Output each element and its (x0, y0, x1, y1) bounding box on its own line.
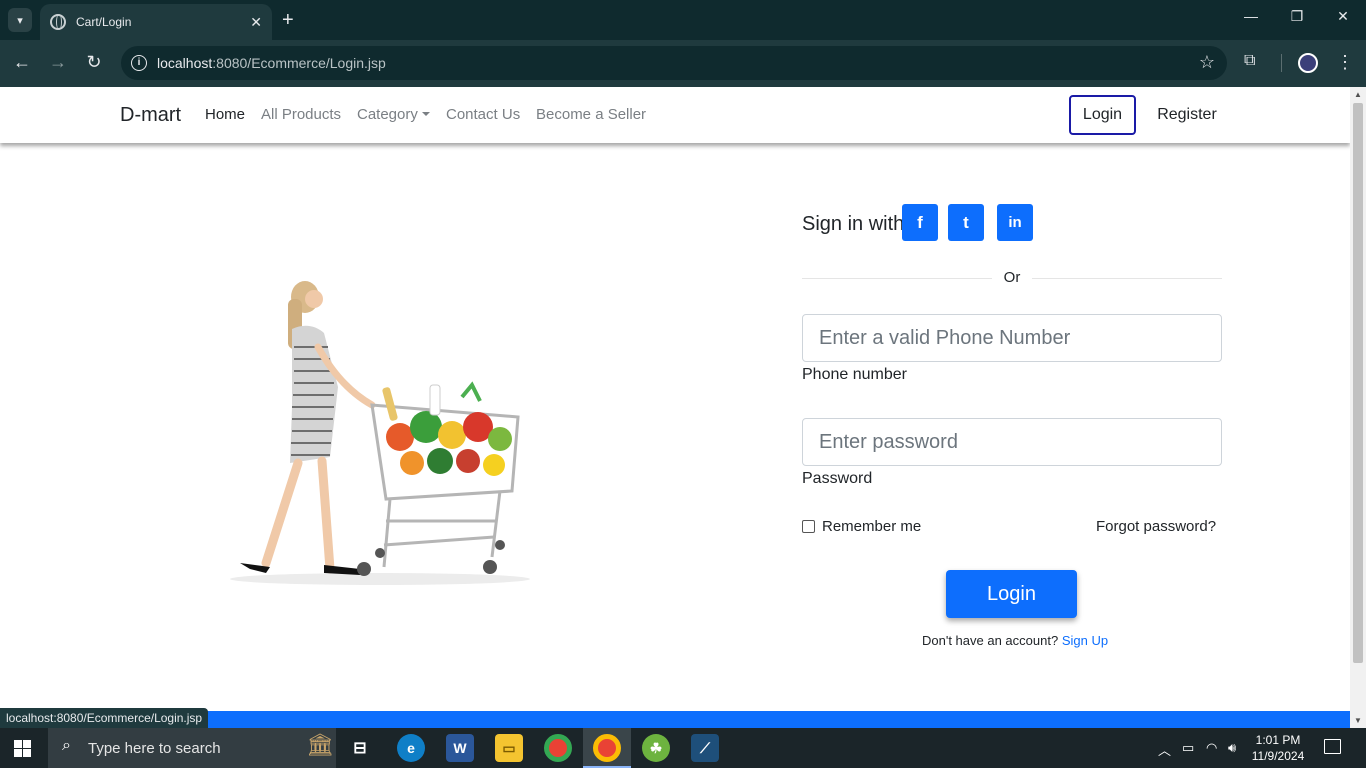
file-explorer-icon[interactable]: ▭ (495, 734, 523, 762)
phone-label: Phone number (802, 366, 907, 383)
extensions-icon[interactable]: ⧉ (1244, 52, 1255, 70)
clock-time: 1:01 PM (1255, 733, 1301, 747)
or-text: Or (992, 269, 1032, 286)
remember-me[interactable]: Remember me (802, 518, 921, 535)
profile-avatar[interactable] (1298, 53, 1318, 73)
remember-me-label: Remember me (822, 518, 922, 535)
url-text: localhost:8080/Ecommerce/Login.jsp (157, 55, 386, 71)
word-icon[interactable]: W (446, 734, 474, 762)
minimize-icon[interactable]: — (1228, 8, 1274, 24)
volume-icon[interactable]: 🔊︎ (1228, 740, 1236, 756)
forward-icon[interactable]: → (46, 52, 70, 73)
search-highlight-icon: 🏛 (306, 732, 334, 757)
brand-logo[interactable]: D-mart (120, 104, 181, 127)
signup-row: Don't have an account? Sign Up (922, 633, 1108, 648)
mysql-workbench-icon[interactable]: ⟋ (691, 734, 719, 762)
facebook-icon: f (917, 212, 923, 232)
bookmark-star-icon[interactable]: ☆ (1199, 52, 1215, 73)
nav-become-seller[interactable]: Become a Seller (536, 106, 646, 123)
scroll-down-icon[interactable]: ▼ (1354, 716, 1362, 725)
battery-icon[interactable]: ▭ (1182, 740, 1194, 756)
no-account-text: Don't have an account? (922, 633, 1059, 648)
site-navbar: D-mart Home All Products Category Contac… (0, 87, 1350, 143)
caret-down-icon (421, 112, 430, 116)
tab-search-chevron-icon[interactable]: ▾ (8, 8, 32, 32)
status-url: localhost:8080/Ecommerce/Login.jsp (0, 708, 209, 728)
linkedin-icon: in (1008, 214, 1022, 231)
nav-register-button[interactable]: Register (1143, 95, 1231, 135)
page-scrollbar[interactable]: ▲ ▼ (1350, 87, 1366, 728)
toolbar-divider (1281, 54, 1282, 72)
sign-in-with-text: Sign in with (802, 213, 905, 235)
chrome-active-icon[interactable] (593, 734, 621, 762)
windows-start-icon[interactable] (14, 740, 31, 757)
shopping-illustration (230, 281, 530, 585)
browser-tab-bar: ▾ Cart/Login ✕ + — ❐ ✕ (0, 0, 1366, 40)
nav-all-products[interactable]: All Products (261, 106, 341, 123)
wifi-icon[interactable]: ◠ (1206, 740, 1217, 756)
nav-category[interactable]: Category (357, 106, 430, 123)
browser-tab[interactable]: Cart/Login ✕ (40, 4, 272, 40)
taskbar: ⌕ Type here to search 🏛 ⊟ e W ▭ ☘ ⟋ ︿ ▭ … (0, 728, 1366, 768)
window-close-icon[interactable]: ✕ (1320, 8, 1366, 25)
taskbar-search-text: Type here to search (88, 740, 221, 757)
url-input[interactable]: i localhost:8080/Ecommerce/Login.jsp ☆ (121, 46, 1227, 80)
linkedin-button[interactable]: in (997, 204, 1033, 241)
password-input[interactable] (802, 418, 1222, 466)
sign-up-link[interactable]: Sign Up (1062, 633, 1108, 648)
taskbar-clock[interactable]: 1:01 PM 11/9/2024 (1250, 732, 1306, 764)
restore-icon[interactable]: ❐ (1274, 8, 1320, 25)
new-tab-icon[interactable]: + (282, 8, 294, 32)
tab-title: Cart/Login (76, 15, 132, 29)
remember-me-checkbox[interactable] (802, 520, 815, 533)
twitter-icon: t (963, 212, 969, 232)
phone-input[interactable] (802, 314, 1222, 362)
spring-tool-icon[interactable]: ☘ (642, 734, 670, 762)
nav-home[interactable]: Home (205, 106, 245, 123)
login-button[interactable]: Login (946, 570, 1077, 618)
tray-chevron-icon[interactable]: ︿ (1158, 740, 1171, 759)
page-viewport: D-mart Home All Products Category Contac… (0, 87, 1350, 711)
taskbar-search[interactable]: ⌕ Type here to search 🏛 (48, 728, 336, 768)
address-bar: ← → ↻ i localhost:8080/Ecommerce/Login.j… (0, 40, 1366, 87)
twitter-button[interactable]: t (948, 204, 984, 241)
scroll-up-icon[interactable]: ▲ (1354, 90, 1362, 99)
facebook-button[interactable]: f (902, 204, 938, 241)
more-menu-icon[interactable]: ⋮ (1336, 52, 1354, 73)
notifications-icon[interactable] (1324, 739, 1341, 754)
nav-contact-us[interactable]: Contact Us (446, 106, 520, 123)
password-label: Password (802, 470, 873, 487)
task-view-icon[interactable]: ⊟ (346, 734, 374, 762)
forgot-password-link[interactable]: Forgot password? (1096, 518, 1216, 535)
search-icon: ⌕ (62, 737, 71, 754)
globe-icon (50, 14, 66, 30)
site-info-icon[interactable]: i (131, 55, 147, 71)
edge-icon[interactable]: e (397, 734, 425, 762)
reload-icon[interactable]: ↻ (82, 52, 106, 73)
chrome-icon[interactable] (544, 734, 572, 762)
back-icon[interactable]: ← (10, 52, 34, 73)
scroll-thumb[interactable] (1353, 103, 1363, 663)
clock-date: 11/9/2024 (1251, 749, 1305, 763)
nav-login-button[interactable]: Login (1069, 95, 1136, 135)
tab-close-icon[interactable]: ✕ (250, 14, 262, 31)
